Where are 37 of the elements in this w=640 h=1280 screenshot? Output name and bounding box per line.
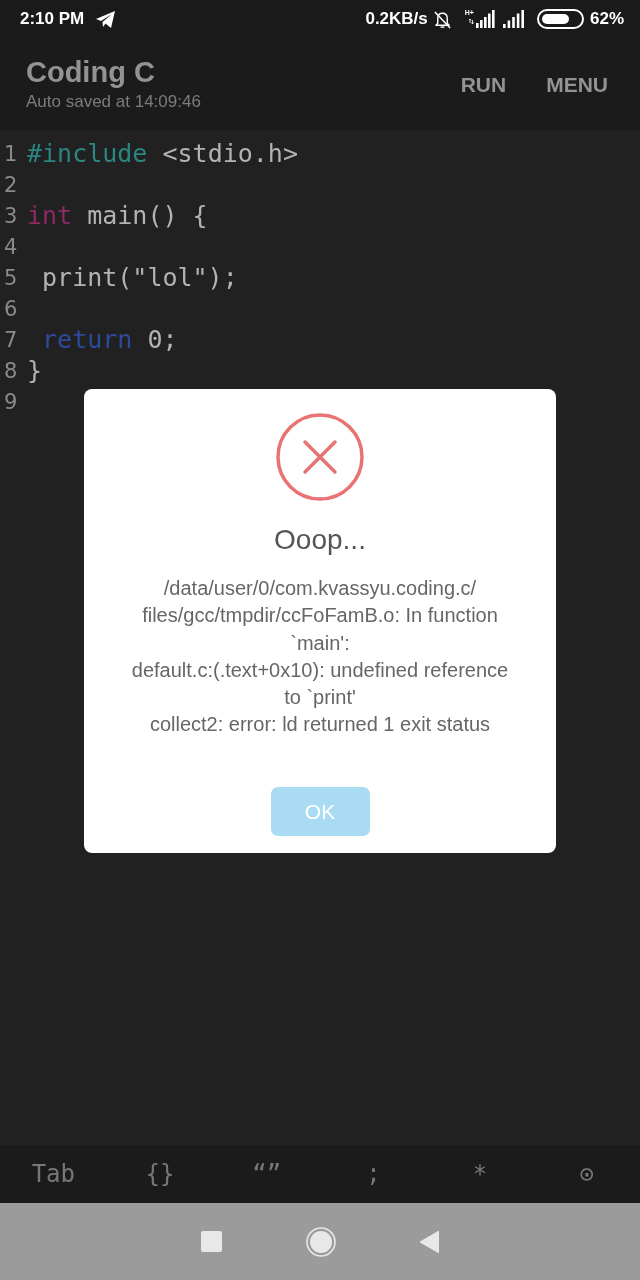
key-button[interactable]: ⊙: [533, 1152, 640, 1196]
line-number: 8: [3, 357, 19, 384]
key-button[interactable]: *: [426, 1152, 534, 1196]
line-number: 4: [3, 233, 19, 260]
key-button[interactable]: ;: [320, 1152, 427, 1196]
dialog-title: Ooop...: [274, 523, 366, 557]
key-button[interactable]: Tab: [0, 1152, 107, 1196]
square-icon: [201, 1231, 222, 1252]
autosave-status: Auto saved at 14:09:46: [26, 91, 201, 113]
status-time: 2:10 PM: [20, 9, 85, 29]
battery-percent: 62%: [589, 9, 624, 29]
line-number: 5: [3, 264, 19, 291]
paper-plane-icon: [96, 10, 117, 28]
action-button[interactable]: RUN: [444, 63, 523, 107]
line-number: 3: [3, 202, 19, 229]
error-x-icon: [276, 413, 364, 501]
line-number: 7: [3, 326, 19, 353]
app-title: Coding C: [26, 55, 155, 89]
line-number: 2: [3, 171, 19, 198]
line-number: 1: [3, 140, 19, 167]
signal-bars-icon: [502, 10, 526, 28]
code-line: print("lol");: [41, 262, 238, 293]
back-triangle-icon: [420, 1230, 439, 1253]
line-number: 6: [3, 295, 19, 322]
circle-icon: [306, 1226, 336, 1257]
key-button[interactable]: “”: [213, 1152, 320, 1196]
error-message: /data/user/0/com.kvassyu.coding.c/ files/gcc/tmpdir/ccFoFamB.o: In function `main': default.c:(.text+0x10): undefined reference to `print' collect2: error: ld returned 1 exit status: [131, 576, 509, 738]
action-button[interactable]: MENU: [530, 63, 624, 107]
muted-bell-icon: [432, 9, 452, 29]
code-line: return 0;: [41, 324, 178, 355]
code-line: }: [27, 355, 43, 386]
battery-icon: [536, 9, 585, 29]
key-button[interactable]: {}: [106, 1152, 214, 1196]
line-number: 9: [3, 388, 19, 415]
code-line: #include <stdio.h>: [27, 138, 298, 169]
network-speed: 0.2KB/s: [365, 9, 428, 29]
code-line: int main() {: [27, 200, 208, 231]
